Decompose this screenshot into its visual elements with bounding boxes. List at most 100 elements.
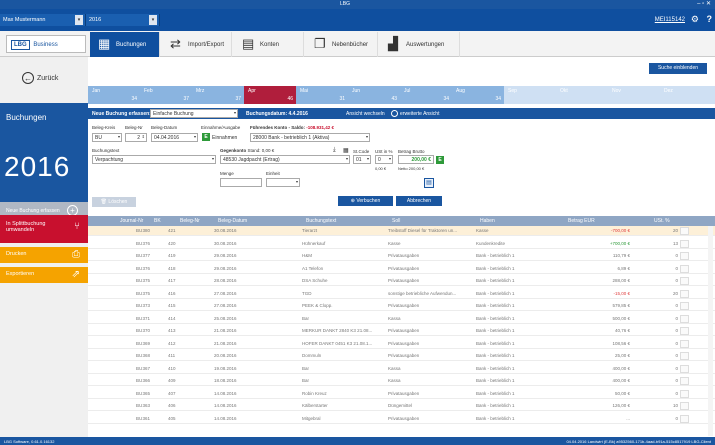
radio-icon[interactable] (391, 110, 398, 117)
sidebar: ← Zurück Buchungen 2016 Neue Buchung erfa… (0, 57, 88, 445)
konto-select[interactable]: 28000 Bank - betrieblich 1 (Aktiva) ▾ (250, 133, 370, 142)
edit-icon[interactable] (680, 389, 689, 398)
month-feb[interactable]: Feb 37 (140, 86, 192, 104)
edit-icon[interactable] (680, 352, 689, 360)
tab-buchungen[interactable]: ▦ Buchungen (90, 32, 160, 57)
table-row[interactable]: 373 BU 415 27.08.2016 PEEK & Clopp. Privataus… (88, 301, 715, 311)
tab-import-export[interactable]: ⇄ Import/Export (162, 32, 232, 57)
edit-icon[interactable] (680, 264, 689, 273)
show-search-button[interactable]: Suche einblenden (649, 63, 707, 74)
month-jan[interactable]: Jan 34 (88, 86, 140, 104)
table-row[interactable]: 375 BU 417 28.08.2016 DSA Schuhe Privatausgab… (88, 276, 715, 286)
kreis-select[interactable]: BU ▾ (92, 133, 122, 142)
help-icon[interactable]: ? (707, 14, 713, 24)
month-jun[interactable]: Jun 43 (348, 86, 400, 104)
gear-icon[interactable]: ⚙ (691, 14, 699, 25)
gegenkonto-select[interactable]: 48530 Jagdpacht (Ertrag) ▾ (220, 155, 350, 164)
back-button[interactable]: ← Zurück (22, 72, 58, 84)
table-row[interactable]: 370 BU 413 21.08.2016 MERKUR DANKT 2840 K3 2… (88, 326, 715, 336)
income-icon[interactable]: E (436, 156, 444, 164)
book-button[interactable]: ⊕ Verbuchen (338, 196, 393, 206)
table-row[interactable]: 365 BU 407 14.08.2016 Robin Kreuz Privatausga… (88, 389, 715, 399)
table-row[interactable]: 369 BU 412 21.08.2016 HOFER DANKT 0451 K3 21… (88, 339, 715, 349)
edit-icon[interactable] (680, 314, 689, 323)
column-header[interactable]: Haben (480, 218, 495, 224)
cancel-button[interactable]: Abbrechen (396, 196, 442, 206)
datum-select[interactable]: 04.04.2016 ▾ (151, 133, 198, 142)
column-header[interactable]: Betrag EUR (568, 218, 595, 224)
column-header[interactable]: Beleg-Datum (218, 218, 247, 224)
edit-icon[interactable] (680, 227, 689, 235)
einheit-select[interactable]: ▾ (266, 178, 300, 187)
edit-icon[interactable] (680, 327, 689, 335)
window-controls[interactable]: – ▫ ✕ (697, 0, 711, 7)
tab-auswertungen[interactable]: ▟ Auswertungen (380, 32, 460, 57)
column-header[interactable]: Journal-Nr (120, 218, 143, 224)
column-header[interactable]: Buchungstext (306, 218, 336, 224)
betrag-input[interactable]: 200,00 € (398, 155, 434, 164)
table-row[interactable]: 371 BU 414 25.08.2016 Bar Kassa Bank - betrieb… (88, 314, 715, 324)
edit-icon[interactable] (680, 414, 689, 423)
ust-select[interactable]: 0 ▾ (375, 155, 393, 164)
column-header[interactable]: BK (154, 218, 161, 224)
edit-icon[interactable] (680, 377, 689, 385)
month-nov[interactable]: Nov (608, 86, 660, 104)
table-row[interactable]: 375 BU 416 27.08.2016 TGD sonstige betrieblic… (88, 289, 715, 299)
menge-input[interactable] (220, 178, 262, 187)
column-header[interactable]: Beleg-Nr (180, 218, 200, 224)
month-aug[interactable]: Aug 34 (452, 86, 504, 104)
column-header[interactable]: Soll (392, 218, 400, 224)
split-booking-button[interactable]: In Splittbuchung umwandeln ⑂ (0, 215, 88, 243)
tab-konten[interactable]: ▤ Konten (234, 32, 304, 57)
month-apr[interactable]: Apr 46 (244, 86, 296, 104)
edit-icon[interactable] (680, 302, 689, 310)
income-icon[interactable]: E (202, 133, 210, 141)
booking-type-select[interactable]: Einfache Buchung ▾ (150, 109, 238, 118)
table-row[interactable]: 366 BU 409 18.08.2016 Bar Kassa Bank - betrieb… (88, 376, 715, 386)
year-select[interactable]: 2016 ▾ (86, 14, 160, 26)
user-select[interactable]: Max Mustermann ▾ (0, 14, 86, 26)
month-count: 37 (235, 96, 241, 102)
stcode-select[interactable]: 01 ▾ (353, 155, 371, 164)
download-icon[interactable]: ⤓ (333, 147, 336, 154)
tab-nebenbuecher[interactable]: ❐ Nebenbücher (306, 32, 378, 57)
table-row[interactable]: 376 BU 418 29.08.2016 A1 Telefon Privatausgab… (88, 264, 715, 274)
user-link[interactable]: MEI115142 (655, 17, 685, 23)
table-cell: Privatausgaben (388, 253, 420, 258)
table-row[interactable]: 367 BU 410 19.08.2016 Bar Kassa Bank - betrieb… (88, 364, 715, 374)
export-button[interactable]: Exportieren ⇗ (0, 267, 88, 283)
edit-icon[interactable] (680, 289, 689, 298)
table-row[interactable]: 363 BU 406 14.08.2016 Kälberstarter Düngemitt… (88, 401, 715, 411)
calculator-icon[interactable]: ▤ (424, 178, 434, 188)
nr-stepper[interactable]: 2 ⇕ (125, 133, 147, 142)
edit-icon[interactable] (680, 339, 689, 348)
table-cell: Kassa (388, 365, 401, 371)
month-sep[interactable]: Sep (504, 86, 556, 104)
scrollbar[interactable] (708, 226, 713, 436)
delete-button[interactable]: 🗑 Löschen (92, 197, 136, 207)
month-jul[interactable]: Jul 34 (400, 86, 452, 104)
month-mai[interactable]: Mai 31 (296, 86, 348, 104)
edit-icon[interactable] (680, 364, 689, 373)
extended-view-label[interactable]: erweiterte Ansicht (400, 111, 439, 117)
table-icon[interactable]: ▦ (343, 147, 349, 154)
table-row[interactable]: 377 BU 419 29.08.2016 H&M Privatausgaben Bank … (88, 251, 715, 261)
month-okt[interactable]: Okt (556, 86, 608, 104)
edit-icon[interactable] (680, 252, 689, 260)
month-mrz[interactable]: Mrz 37 (192, 86, 244, 104)
table-row[interactable]: 368 BU 411 20.08.2016 Dommuln Privatausgaben B… (88, 351, 715, 361)
table-row[interactable]: 361 BU 405 14.08.2016 Mitgebral Privatausgabe… (88, 414, 715, 424)
label-einaus: Einnahme/Ausgabe (201, 125, 241, 130)
edit-icon[interactable] (680, 277, 689, 285)
buchungstext-select[interactable]: Verpachtung ▾ (92, 155, 216, 164)
edit-icon[interactable] (680, 402, 689, 410)
table-row[interactable]: 380 BU 421 30.08.2016 Tierarzt Treibstoff Die… (88, 226, 715, 236)
chevron-down-icon[interactable]: ▾ (75, 15, 83, 25)
new-booking-label: Neue Buchung erfassen (6, 208, 60, 214)
column-header[interactable]: USt. % (654, 218, 670, 224)
month-dez[interactable]: Dez (660, 86, 715, 104)
table-row[interactable]: 376 BU 420 30.08.2016 Hühnerkauf Kasse Kundenk… (88, 239, 715, 249)
print-button[interactable]: Drucken ⎙ (0, 247, 88, 263)
edit-icon[interactable] (680, 239, 689, 248)
chevron-down-icon[interactable]: ▾ (149, 15, 157, 25)
